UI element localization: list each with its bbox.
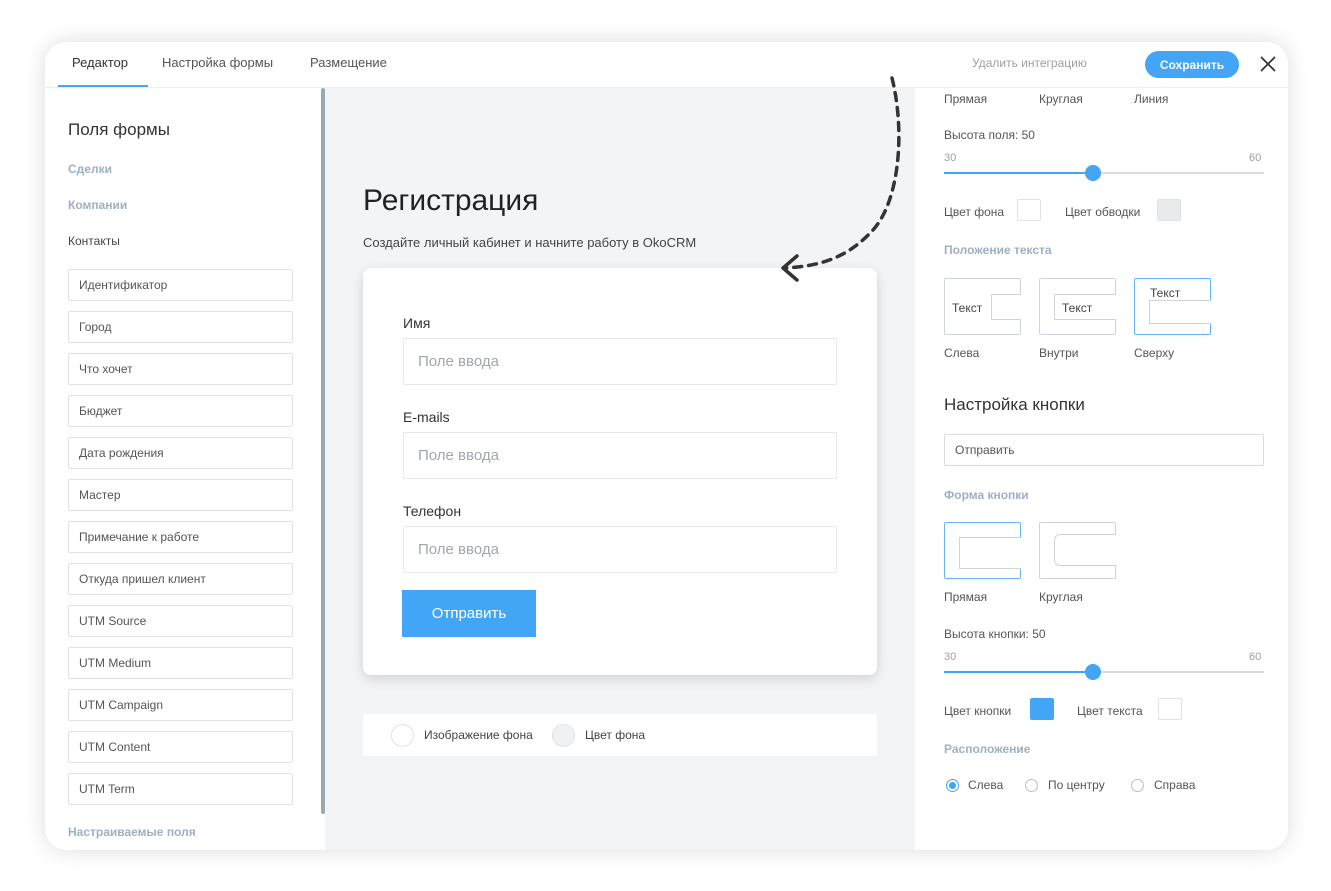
align-right-label: Справа bbox=[1154, 778, 1196, 792]
field-item[interactable]: Примечание к работе bbox=[68, 521, 293, 553]
field-item[interactable]: UTM Source bbox=[68, 605, 293, 637]
field-border-color-label: Цвет обводки bbox=[1065, 205, 1141, 219]
field-bg-color-swatch[interactable] bbox=[1017, 199, 1041, 221]
text-position-top-label: Сверху bbox=[1134, 346, 1175, 360]
field-item[interactable]: Дата рождения bbox=[68, 437, 293, 469]
button-shape-heading: Форма кнопки bbox=[944, 488, 1029, 502]
text-position-heading: Положение текста bbox=[944, 243, 1052, 257]
delete-integration-link[interactable]: Удалить интеграцию bbox=[972, 56, 1087, 70]
settings-panel bbox=[915, 88, 1288, 850]
dashed-arrow-icon bbox=[781, 76, 901, 282]
field-label-phone: Телефон bbox=[403, 503, 462, 519]
button-shape-straight-option[interactable] bbox=[944, 522, 1021, 579]
save-button[interactable]: Сохранить bbox=[1145, 51, 1239, 78]
button-height-label: Высота кнопки: 50 bbox=[944, 627, 1046, 641]
field-item[interactable]: UTM Term bbox=[68, 773, 293, 805]
text-position-top-mini-field bbox=[1149, 300, 1211, 324]
align-left-radio[interactable] bbox=[946, 779, 959, 792]
top-bar: Редактор Настройка формы Размещение Удал… bbox=[45, 42, 1288, 88]
button-shape-round-option[interactable] bbox=[1039, 522, 1116, 579]
submit-button[interactable]: Отправить bbox=[402, 590, 536, 637]
button-height-min: 30 bbox=[944, 651, 957, 663]
text-position-top-option[interactable]: Текст bbox=[1134, 278, 1211, 335]
button-text-color-label: Цвет текста bbox=[1077, 704, 1143, 718]
field-item[interactable]: Мастер bbox=[68, 479, 293, 511]
name-input[interactable] bbox=[403, 338, 837, 385]
button-text-color-swatch[interactable] bbox=[1158, 698, 1182, 720]
text-position-left-label: Слева bbox=[944, 346, 980, 360]
tab-placement[interactable]: Размещение bbox=[310, 42, 387, 88]
form-subtitle[interactable]: Создайте личный кабинет и начните работу… bbox=[363, 235, 696, 250]
field-label-email: E-mails bbox=[403, 409, 450, 425]
close-icon[interactable] bbox=[1259, 55, 1277, 73]
align-center-label: По центру bbox=[1048, 778, 1105, 792]
bg-image-radio[interactable] bbox=[391, 724, 414, 747]
bg-image-label: Изображение фона bbox=[424, 728, 533, 742]
text-position-inside-label: Внутри bbox=[1039, 346, 1079, 360]
active-tab-indicator bbox=[58, 85, 148, 87]
field-item[interactable]: Что хочет bbox=[68, 353, 293, 385]
field-bg-color-label: Цвет фона bbox=[944, 205, 1005, 219]
button-shape-round-preview bbox=[1054, 534, 1116, 566]
text-position-inside-sample: Текст bbox=[1062, 301, 1093, 315]
field-shape-straight[interactable]: Прямая bbox=[944, 92, 987, 106]
background-options: Изображение фона Цвет фона bbox=[363, 714, 877, 756]
bg-color-radio[interactable] bbox=[552, 724, 575, 747]
button-height-slider[interactable] bbox=[944, 664, 1264, 680]
text-position-left-option[interactable]: Текст bbox=[944, 278, 1021, 335]
button-height-slider-fill bbox=[944, 671, 1094, 673]
align-right-radio[interactable] bbox=[1131, 779, 1144, 792]
button-settings-title: Настройка кнопки bbox=[944, 395, 1085, 414]
field-item[interactable]: Откуда пришел клиент bbox=[68, 563, 293, 595]
form-title[interactable]: Регистрация bbox=[363, 184, 538, 218]
text-position-left-mini-field bbox=[991, 294, 1021, 320]
tab-form-settings[interactable]: Настройка формы bbox=[162, 42, 273, 88]
phone-input[interactable] bbox=[403, 526, 837, 573]
button-shape-straight-label: Прямая bbox=[944, 590, 988, 604]
align-center-radio[interactable] bbox=[1025, 779, 1038, 792]
button-color-label: Цвет кнопки bbox=[944, 704, 1012, 718]
form-card: Имя E-mails Телефон Отправить bbox=[363, 268, 877, 675]
email-input[interactable] bbox=[403, 432, 837, 479]
field-item[interactable]: UTM Medium bbox=[68, 647, 293, 679]
text-position-top-sample: Текст bbox=[1150, 286, 1181, 300]
field-item[interactable]: UTM Campaign bbox=[68, 689, 293, 721]
button-height-max: 60 bbox=[1249, 651, 1262, 663]
bg-color-label: Цвет фона bbox=[585, 728, 646, 742]
field-height-label: Высота поля: 50 bbox=[944, 128, 1035, 142]
field-shape-line[interactable]: Линия bbox=[1134, 92, 1168, 106]
field-label-name: Имя bbox=[403, 315, 431, 331]
app-window: Редактор Настройка формы Размещение Удал… bbox=[45, 42, 1288, 850]
alignment-heading: Расположение bbox=[944, 742, 1031, 756]
field-shape-round[interactable]: Круглая bbox=[1039, 92, 1083, 106]
text-position-inside-option[interactable]: Текст bbox=[1039, 278, 1116, 335]
sidebar-category-custom[interactable]: Настраиваемые поля bbox=[68, 825, 196, 839]
sidebar-category-contacts[interactable]: Контакты bbox=[68, 234, 120, 248]
field-height-max: 60 bbox=[1249, 152, 1262, 164]
field-item[interactable]: UTM Content bbox=[68, 731, 293, 763]
field-border-color-swatch[interactable] bbox=[1157, 199, 1181, 221]
field-height-min: 30 bbox=[944, 152, 957, 164]
text-position-left-sample: Текст bbox=[952, 301, 983, 315]
field-item[interactable]: Бюджет bbox=[68, 395, 293, 427]
button-shape-straight-preview bbox=[959, 537, 1021, 569]
align-left-label: Слева bbox=[968, 778, 1004, 792]
sidebar-title: Поля формы bbox=[68, 120, 170, 139]
field-item[interactable]: Идентификатор bbox=[68, 269, 293, 301]
field-height-slider[interactable] bbox=[944, 165, 1264, 181]
sidebar-category-deals[interactable]: Сделки bbox=[68, 162, 112, 176]
tab-editor[interactable]: Редактор bbox=[72, 42, 128, 88]
button-color-swatch[interactable] bbox=[1030, 698, 1054, 720]
sidebar-category-companies[interactable]: Компании bbox=[68, 198, 127, 212]
button-shape-round-label: Круглая bbox=[1039, 590, 1083, 604]
button-text-input[interactable] bbox=[944, 434, 1264, 466]
field-height-slider-fill bbox=[944, 172, 1094, 174]
field-item[interactable]: Город bbox=[68, 311, 293, 343]
